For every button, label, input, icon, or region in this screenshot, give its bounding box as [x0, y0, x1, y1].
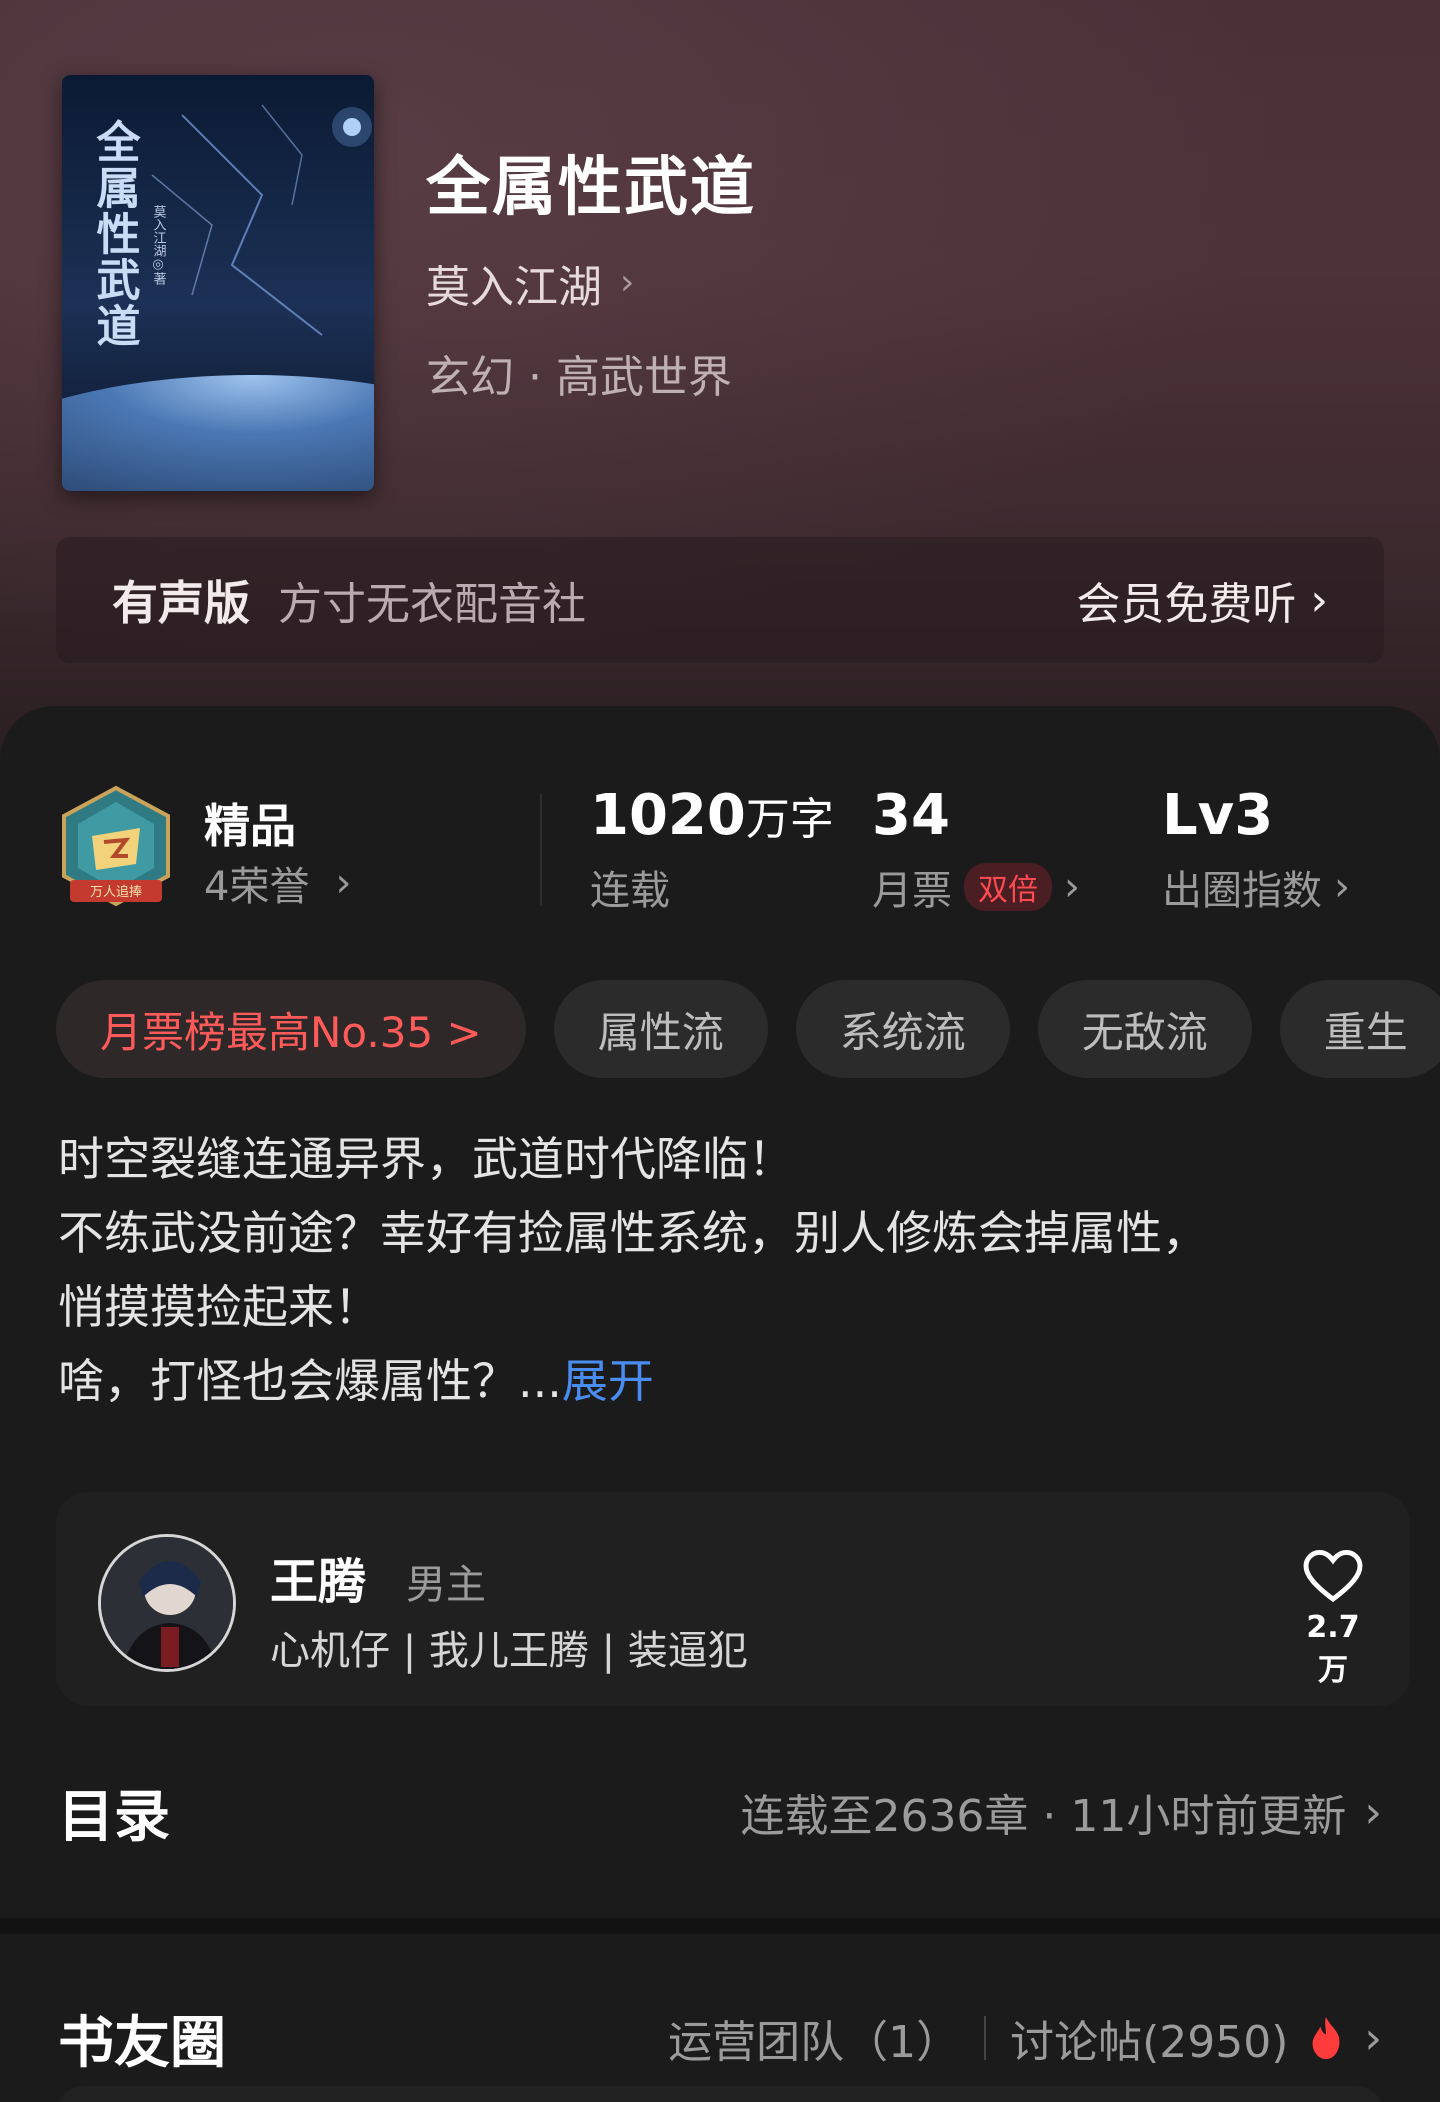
detail-panel: 万人追捧 精品 4荣誉 › 1020万字 连载 34 月票 双倍 › Lv3 出…: [0, 706, 1440, 2102]
character-role: 男主: [406, 1562, 486, 1608]
section-separator: [0, 1918, 1440, 1934]
monthly-ticket-label: 月票: [872, 868, 952, 915]
synopsis-line: 啥，打怪也会爆属性？...: [58, 1354, 562, 1408]
stats-row: 万人追捧 精品 4荣誉 › 1020万字 连载 34 月票 双倍 › Lv3 出…: [0, 783, 1440, 924]
word-count-value: 1020: [590, 783, 746, 848]
circle-preview-card: [56, 2086, 1384, 2102]
tag-list: 月票榜最高No.35 > 属性流 系统流 无敌流 重生: [56, 980, 1440, 1080]
like-button[interactable]: 2.7万: [1298, 1549, 1368, 1689]
audio-studio: 方寸无衣配音社: [278, 579, 586, 630]
heart-icon: [1303, 1549, 1363, 1603]
character-traits: 心机仔 | 我儿王腾 | 装逼犯: [270, 1628, 748, 1674]
tag-item[interactable]: 系统流: [795, 980, 1010, 1078]
chevron-right-icon: ›: [1364, 1786, 1382, 1838]
quality-label: 精品: [204, 799, 296, 853]
book-cover[interactable]: 全属性武道 莫入江湖◎著: [62, 75, 374, 491]
monthly-ticket-stat[interactable]: 34 月票 双倍 ›: [872, 783, 1080, 916]
popularity-stat[interactable]: Lv3 出圈指数 ›: [1162, 783, 1350, 916]
chevron-right-icon: ›: [1334, 864, 1350, 911]
synopsis-line: 悄摸摸捡起来！: [58, 1280, 380, 1334]
chevron-right-icon: ›: [335, 860, 352, 906]
synopsis-line: 时空裂缝连通异界，武道时代降临！: [58, 1132, 794, 1186]
catalog-row[interactable]: 目录 连载至2636章 · 11小时前更新 ›: [0, 1752, 1440, 1872]
like-count: 2.7万: [1306, 1610, 1360, 1688]
audio-version-bar[interactable]: 有声版 方寸无衣配音社 会员免费听 ›: [56, 537, 1384, 663]
character-card[interactable]: 王腾 男主 心机仔 | 我儿王腾 | 装逼犯 2.7万: [56, 1492, 1410, 1706]
word-count-unit: 万字: [745, 794, 834, 845]
serial-status: 连载: [590, 868, 670, 915]
quality-badge-icon: 万人追捧: [62, 785, 170, 907]
tag-item[interactable]: 属性流: [553, 980, 768, 1078]
tag-ranking[interactable]: 月票榜最高No.35 >: [56, 980, 526, 1078]
honors-count: 4荣誉: [204, 864, 310, 910]
circle-title: 书友圈: [58, 2010, 226, 2076]
ops-team[interactable]: 运营团队（1）: [668, 2006, 960, 2070]
meta-divider: [984, 2016, 987, 2060]
chevron-right-icon: ›: [1364, 2012, 1382, 2064]
honors-link[interactable]: 4荣誉 ›: [204, 854, 351, 912]
discussion-posts[interactable]: 讨论帖(2950): [1010, 2006, 1288, 2070]
popularity-level: Lv3: [1162, 783, 1274, 848]
double-badge: 双倍: [964, 863, 1052, 912]
book-info: 全属性武道 莫入江湖 › 玄幻 · 高武世界: [426, 150, 756, 405]
audio-label: 有声版: [112, 576, 250, 630]
book-genre: 玄幻 · 高武世界: [426, 351, 732, 403]
expand-link[interactable]: 展开: [562, 1354, 654, 1408]
popularity-label: 出圈指数: [1162, 868, 1322, 915]
word-count-stat: 1020万字 连载: [590, 783, 834, 916]
member-listen-button[interactable]: 会员免费听 ›: [1076, 568, 1328, 632]
author-name[interactable]: 莫入江湖: [426, 251, 602, 315]
fire-icon: [1312, 2016, 1340, 2060]
stats-divider: [540, 794, 542, 906]
synopsis: 时空裂缝连通异界，武道时代降临！ 不练武没前途？幸好有捡属性系统，别人修炼会掉属…: [58, 1122, 1388, 1418]
character-name: 王腾: [270, 1554, 367, 1610]
tag-item[interactable]: 无敌流: [1037, 980, 1252, 1078]
chevron-right-icon: ›: [620, 262, 635, 304]
cover-title-text: 全属性武道: [89, 118, 142, 349]
author-link[interactable]: 莫入江湖 ›: [426, 251, 756, 315]
badge-caption: 万人追捧: [90, 884, 142, 900]
member-listen-label: 会员免费听: [1076, 579, 1297, 630]
book-title: 全属性武道: [426, 151, 756, 225]
catalog-meta: 连载至2636章 · 11小时前更新: [740, 1791, 1347, 1842]
tag-item[interactable]: 重生: [1279, 980, 1440, 1078]
monthly-ticket-value: 34: [872, 783, 950, 848]
character-avatar: [98, 1534, 236, 1672]
circle-row[interactable]: 书友圈 运营团队（1） 讨论帖(2950) ›: [0, 1978, 1440, 2098]
synopsis-line: 不练武没前途？幸好有捡属性系统，别人修炼会掉属性，: [58, 1206, 1208, 1260]
chevron-right-icon: ›: [1310, 574, 1328, 626]
cover-author-text: 莫入江湖◎著: [151, 205, 167, 286]
chevron-right-icon: ›: [1064, 864, 1080, 911]
catalog-title: 目录: [58, 1784, 170, 1850]
